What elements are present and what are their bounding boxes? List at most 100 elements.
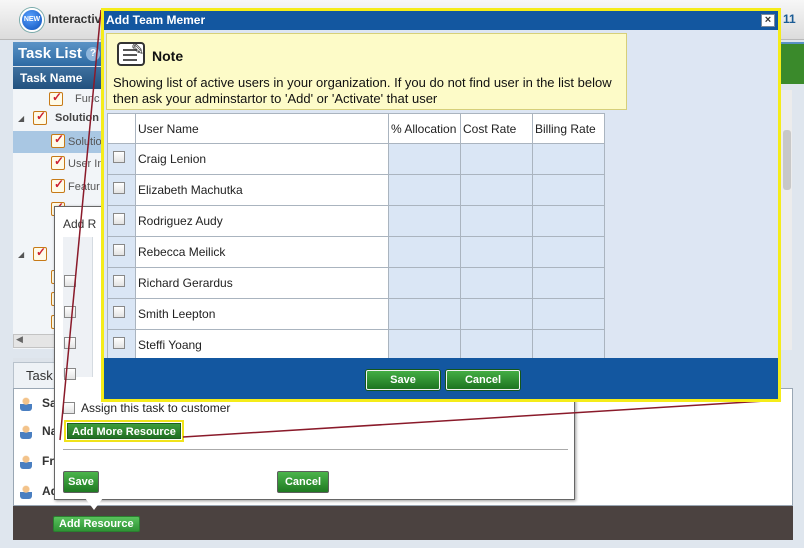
task-check-icon bbox=[49, 90, 63, 106]
billing-rate-cell[interactable] bbox=[532, 267, 605, 299]
allocation-cell[interactable] bbox=[388, 267, 461, 299]
task-list-title: Task List bbox=[18, 45, 82, 62]
task-check-icon bbox=[51, 177, 65, 193]
allocation-cell[interactable] bbox=[388, 174, 461, 206]
app-title: Interactiv bbox=[48, 12, 102, 26]
task-check-icon bbox=[51, 132, 65, 148]
user-checkbox[interactable] bbox=[113, 150, 125, 163]
allocation-cell[interactable] bbox=[388, 143, 461, 175]
allocation-cell[interactable] bbox=[388, 298, 461, 330]
header-green-strip bbox=[778, 44, 804, 84]
panel-pointer bbox=[85, 498, 103, 510]
user-icon bbox=[20, 424, 32, 439]
scroll-left-icon[interactable]: ◀ bbox=[16, 334, 23, 345]
cost-rate-cell[interactable] bbox=[460, 298, 533, 330]
billing-rate-cell[interactable] bbox=[532, 329, 605, 361]
add-resource-button[interactable]: Add Resource bbox=[53, 516, 140, 532]
new-badge-icon: NEW bbox=[20, 8, 44, 32]
table-row: Elizabeth Machutka bbox=[107, 174, 605, 206]
close-icon[interactable]: × bbox=[761, 14, 775, 27]
column-header-billing-rate[interactable]: Billing Rate bbox=[532, 113, 605, 144]
cost-rate-cell[interactable] bbox=[460, 236, 533, 268]
tree-row[interactable]: User In bbox=[13, 153, 103, 175]
user-name-cell: Rodriguez Audy bbox=[135, 205, 389, 237]
column-header-allocation[interactable]: % Allocation bbox=[388, 113, 461, 144]
note-box: Note Showing list of active users in you… bbox=[106, 33, 627, 110]
note-icon bbox=[117, 40, 145, 66]
vertical-scrollbar[interactable] bbox=[780, 90, 792, 350]
assign-to-customer-checkbox[interactable] bbox=[63, 402, 75, 414]
collapse-arrow-icon[interactable]: ◢ bbox=[18, 250, 24, 259]
assign-to-customer-label: Assign this task to customer bbox=[81, 401, 231, 415]
user-name-cell: Elizabeth Machutka bbox=[135, 174, 389, 206]
cost-rate-cell[interactable] bbox=[460, 329, 533, 361]
billing-rate-cell[interactable] bbox=[532, 205, 605, 237]
top-number: 11 bbox=[783, 12, 796, 26]
tree-row-label: Solution bbox=[55, 112, 99, 124]
column-header-user-name[interactable]: User Name bbox=[135, 113, 389, 144]
user-checkbox[interactable] bbox=[113, 212, 125, 225]
table-row: Craig Lenion bbox=[107, 143, 605, 175]
users-table: User Name % Allocation Cost Rate Billing… bbox=[107, 113, 605, 361]
task-name-column-header[interactable]: Task Name bbox=[13, 67, 103, 89]
dialog-cancel-button[interactable]: Cancel bbox=[446, 370, 520, 390]
cost-rate-cell[interactable] bbox=[460, 143, 533, 175]
cost-rate-cell[interactable] bbox=[460, 205, 533, 237]
select-cell bbox=[107, 298, 136, 330]
allocation-cell[interactable] bbox=[388, 205, 461, 237]
user-icon bbox=[20, 454, 32, 469]
billing-rate-cell[interactable] bbox=[532, 236, 605, 268]
add-more-resource-highlight: Add More Resource bbox=[64, 420, 184, 442]
column-header-cost-rate[interactable]: Cost Rate bbox=[460, 113, 533, 144]
collapse-arrow-icon[interactable]: ◢ bbox=[18, 114, 24, 123]
resource-checkbox[interactable] bbox=[64, 275, 76, 287]
user-name-cell: Smith Leepton bbox=[135, 298, 389, 330]
tree-row[interactable]: Solutio bbox=[13, 131, 103, 153]
table-row: Rodriguez Audy bbox=[107, 205, 605, 237]
add-resource-title: Add R bbox=[63, 217, 97, 231]
divider bbox=[63, 449, 568, 450]
resource-checkbox[interactable] bbox=[64, 368, 76, 380]
dialog-save-button[interactable]: Save bbox=[366, 370, 440, 390]
tree-row[interactable]: Featur bbox=[13, 176, 103, 198]
user-checkbox[interactable] bbox=[113, 336, 125, 349]
table-row: Smith Leepton bbox=[107, 298, 605, 330]
help-icon[interactable]: ? bbox=[86, 47, 101, 62]
tree-row-label: Func bbox=[75, 93, 100, 105]
select-cell bbox=[107, 143, 136, 175]
save-button[interactable]: Save bbox=[63, 471, 99, 493]
add-more-resource-button[interactable]: Add More Resource bbox=[67, 423, 181, 439]
user-checkbox[interactable] bbox=[113, 181, 125, 194]
dialog-body: Note Showing list of active users in you… bbox=[104, 30, 778, 361]
tree-row[interactable]: ◢ Solution bbox=[13, 108, 103, 130]
table-row: Richard Gerardus bbox=[107, 267, 605, 299]
task-check-icon bbox=[33, 109, 47, 125]
resource-checkbox[interactable] bbox=[64, 337, 76, 349]
allocation-cell[interactable] bbox=[388, 329, 461, 361]
user-icon bbox=[20, 484, 32, 499]
scrollbar-thumb[interactable] bbox=[783, 130, 791, 190]
billing-rate-cell[interactable] bbox=[532, 298, 605, 330]
user-checkbox[interactable] bbox=[113, 305, 125, 318]
user-name-cell: Richard Gerardus bbox=[135, 267, 389, 299]
user-checkbox[interactable] bbox=[113, 243, 125, 256]
cancel-button[interactable]: Cancel bbox=[277, 471, 329, 493]
user-checkbox[interactable] bbox=[113, 274, 125, 287]
resource-checkbox-column bbox=[63, 237, 93, 380]
select-cell bbox=[107, 267, 136, 299]
allocation-cell[interactable] bbox=[388, 236, 461, 268]
tree-row-label: User In bbox=[68, 158, 103, 170]
resource-checkbox[interactable] bbox=[64, 306, 76, 318]
user-icon bbox=[20, 396, 32, 411]
user-name-cell: Steffi Yoang bbox=[135, 329, 389, 361]
select-column-header bbox=[107, 113, 136, 144]
cost-rate-cell[interactable] bbox=[460, 174, 533, 206]
resource-label: Fr bbox=[42, 454, 54, 468]
cost-rate-cell[interactable] bbox=[460, 267, 533, 299]
task-check-icon bbox=[51, 154, 65, 170]
billing-rate-cell[interactable] bbox=[532, 174, 605, 206]
add-team-member-dialog: Add Team Memer × Note Showing list of ac… bbox=[101, 8, 781, 402]
select-cell bbox=[107, 329, 136, 361]
billing-rate-cell[interactable] bbox=[532, 143, 605, 175]
user-name-cell: Craig Lenion bbox=[135, 143, 389, 175]
